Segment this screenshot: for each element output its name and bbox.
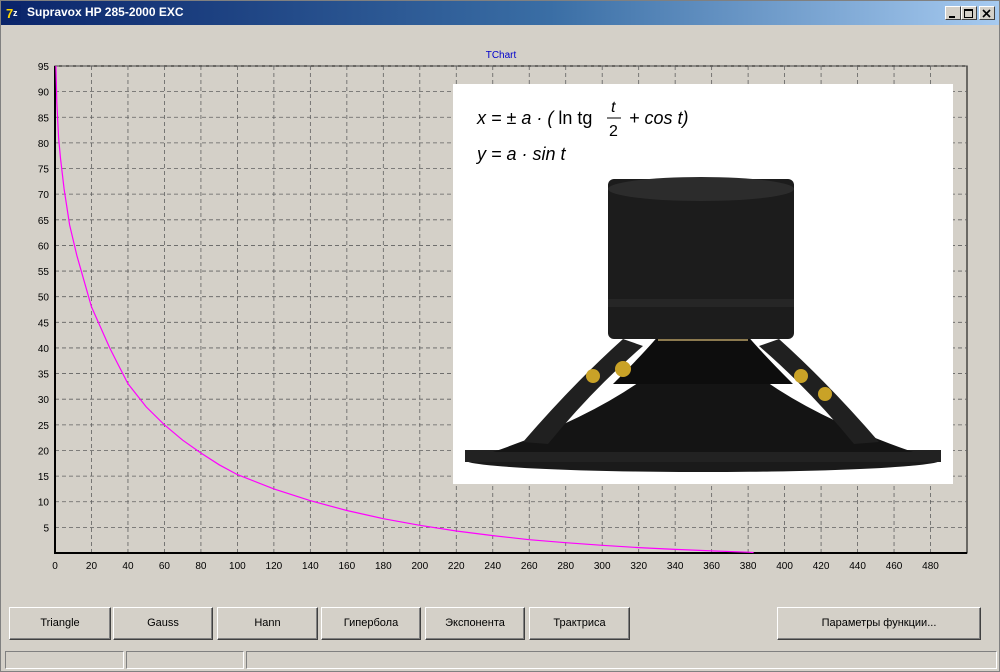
y-tick-label: 80 xyxy=(38,139,50,150)
y-tick-label: 65 xyxy=(38,216,50,227)
x-tick-label: 380 xyxy=(740,561,757,572)
x-tick-label: 20 xyxy=(86,561,98,572)
close-icon xyxy=(982,9,991,18)
function-params-button[interactable]: Параметры функции... xyxy=(777,607,981,640)
y-tick-label: 40 xyxy=(38,344,50,355)
y-tick-label: 55 xyxy=(38,267,50,278)
formula-line-1-end: + cos t) xyxy=(629,108,689,128)
minimize-icon xyxy=(949,16,955,18)
maximize-button[interactable] xyxy=(961,6,977,20)
x-tick-label: 180 xyxy=(375,561,392,572)
status-panel-3 xyxy=(246,651,997,669)
formula-line-1: x = ± a · ( ln tg xyxy=(476,108,592,128)
y-tick-label: 30 xyxy=(38,395,50,406)
x-tick-label: 320 xyxy=(630,561,647,572)
y-tick-label: 20 xyxy=(38,446,50,457)
maximize-icon xyxy=(964,9,973,18)
x-tick-label: 480 xyxy=(922,561,939,572)
triangle-button[interactable]: Triangle xyxy=(9,607,111,640)
x-tick-label: 80 xyxy=(195,561,207,572)
x-tick-label: 160 xyxy=(338,561,355,572)
exponent-button[interactable]: Экспонента xyxy=(425,607,525,640)
y-tick-label: 15 xyxy=(38,472,50,483)
y-tick-label: 35 xyxy=(38,370,50,381)
x-axis-ticks: 0 20 40 60 80 100 120 140 160 180 200 220 240 260 280 3… xyxy=(52,561,939,572)
formula-line-2: y = a · sin t xyxy=(475,144,567,164)
status-panel-2 xyxy=(126,651,244,669)
minimize-button[interactable] xyxy=(945,6,961,20)
y-axis-ticks: 5 10 15 20 25 30 35 40 45 50 55 60 65 70 75 80 85 90 95 xyxy=(38,62,50,534)
formula-and-speaker-image: x = ± a · ( ln tg t 2 + cos t) y = a · s… xyxy=(465,99,941,472)
x-tick-label: 40 xyxy=(122,561,134,572)
speaker-drawing xyxy=(465,177,941,472)
speaker-photo: x = ± a · ( ln tg t 2 + cos t) y = a · s… xyxy=(453,84,953,484)
y-tick-label: 90 xyxy=(38,88,50,99)
x-tick-label: 300 xyxy=(594,561,611,572)
y-tick-label: 10 xyxy=(38,498,50,509)
x-tick-label: 120 xyxy=(266,561,283,572)
x-tick-label: 440 xyxy=(849,561,866,572)
x-tick-label: 260 xyxy=(521,561,538,572)
status-bar xyxy=(5,651,997,669)
y-tick-label: 60 xyxy=(38,241,50,252)
gauss-button[interactable]: Gauss xyxy=(113,607,213,640)
x-tick-label: 100 xyxy=(229,561,246,572)
x-tick-label: 60 xyxy=(159,561,171,572)
y-tick-label: 50 xyxy=(38,293,50,304)
y-tick-label: 5 xyxy=(43,523,49,534)
y-tick-label: 25 xyxy=(38,421,50,432)
x-tick-label: 200 xyxy=(411,561,428,572)
svg-text:z: z xyxy=(13,8,18,18)
y-tick-label: 95 xyxy=(38,62,50,73)
hann-button[interactable]: Hann xyxy=(217,607,318,640)
y-tick-label: 70 xyxy=(38,190,50,201)
y-tick-label: 85 xyxy=(38,113,50,124)
x-tick-label: 280 xyxy=(557,561,574,572)
close-button[interactable] xyxy=(979,6,995,20)
y-tick-label: 45 xyxy=(38,318,50,329)
formula-frac-num: t xyxy=(611,99,616,116)
x-tick-label: 140 xyxy=(302,561,319,572)
status-panel-1 xyxy=(5,651,124,669)
x-tick-label: 220 xyxy=(448,561,465,572)
hyperbola-button[interactable]: Гипербола xyxy=(321,607,421,640)
x-tick-label: 400 xyxy=(776,561,793,572)
x-tick-label: 460 xyxy=(886,561,903,572)
x-tick-label: 0 xyxy=(52,561,58,572)
window-title: Supravox HP 285-2000 EXC xyxy=(27,5,184,19)
x-tick-label: 240 xyxy=(484,561,501,572)
x-tick-label: 360 xyxy=(703,561,720,572)
formula-frac-den: 2 xyxy=(609,123,618,140)
y-tick-label: 75 xyxy=(38,165,50,176)
x-tick-label: 420 xyxy=(813,561,830,572)
app-logo-icon: 7 z xyxy=(5,5,21,21)
tractrix-button[interactable]: Трактриса xyxy=(529,607,630,640)
title-bar[interactable]: 7 z Supravox HP 285-2000 EXC xyxy=(1,1,999,25)
x-tick-label: 340 xyxy=(667,561,684,572)
main-window: 7 z Supravox HP 285-2000 EXC TChart 5 10 1… xyxy=(0,0,1000,672)
chart-title: TChart xyxy=(486,50,517,61)
